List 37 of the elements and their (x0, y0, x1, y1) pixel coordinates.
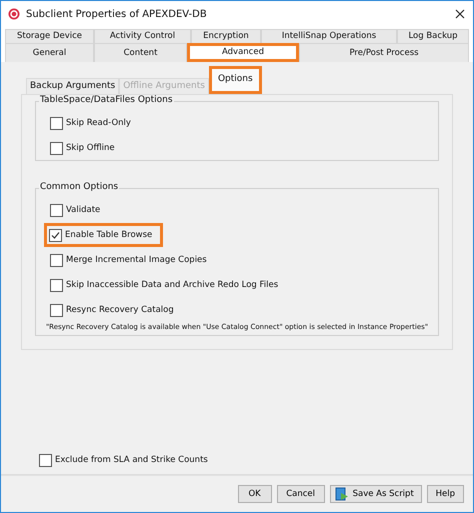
tab[interactable]: Encryption (191, 29, 261, 43)
tab[interactable]: Options (208, 66, 262, 94)
button[interactable]: OK (238, 485, 272, 503)
tab[interactable]: Storage Device (5, 29, 94, 43)
checkbox-label: Skip Offline (66, 143, 115, 153)
checkbox[interactable] (50, 204, 63, 216)
tab[interactable]: Pre/Post Process (299, 43, 469, 62)
checkbox-label: Validate (66, 205, 100, 215)
group-title: TableSpace/DataFiles Options (39, 95, 174, 105)
checkbox-label: Merge Incremental Image Copies (66, 255, 207, 265)
checkbox-label: Resync Recovery Catalog (66, 305, 174, 315)
checkbox-label: Exclude from SLA and Strike Counts (55, 455, 208, 465)
app-logo-icon (8, 8, 20, 20)
checkbox[interactable] (39, 454, 52, 466)
checkbox-label: Enable Table Browse (65, 230, 152, 240)
button[interactable]: Help (426, 485, 464, 503)
tab[interactable]: IntelliSnap Operations (261, 29, 397, 43)
tab[interactable]: Log Backup (397, 29, 469, 43)
save-as-script-button[interactable]: Save As Script (330, 485, 422, 503)
tab[interactable]: Advanced (187, 43, 299, 62)
checkbox-label: Skip Read-Only (66, 118, 131, 128)
checkbox[interactable] (50, 304, 63, 316)
window-title: Subclient Properties of APEXDEV-DB (26, 8, 208, 20)
group-title: Common Options (39, 182, 120, 192)
tab[interactable]: Backup Arguments (26, 78, 120, 94)
tab[interactable]: Content (94, 43, 187, 62)
checkbox[interactable] (50, 278, 63, 292)
checkbox[interactable] (50, 116, 63, 130)
checkbox[interactable] (50, 254, 63, 266)
checkbox[interactable] (49, 228, 62, 242)
close-icon[interactable] (455, 9, 465, 19)
script-icon (334, 487, 349, 501)
button[interactable]: Cancel (276, 485, 325, 503)
tab[interactable]: General (5, 43, 94, 62)
tab[interactable]: Activity Control (94, 29, 191, 43)
checkbox[interactable] (50, 142, 63, 154)
checkbox-label: Skip Inaccessible Data and Archive Redo Log Files (66, 280, 278, 290)
